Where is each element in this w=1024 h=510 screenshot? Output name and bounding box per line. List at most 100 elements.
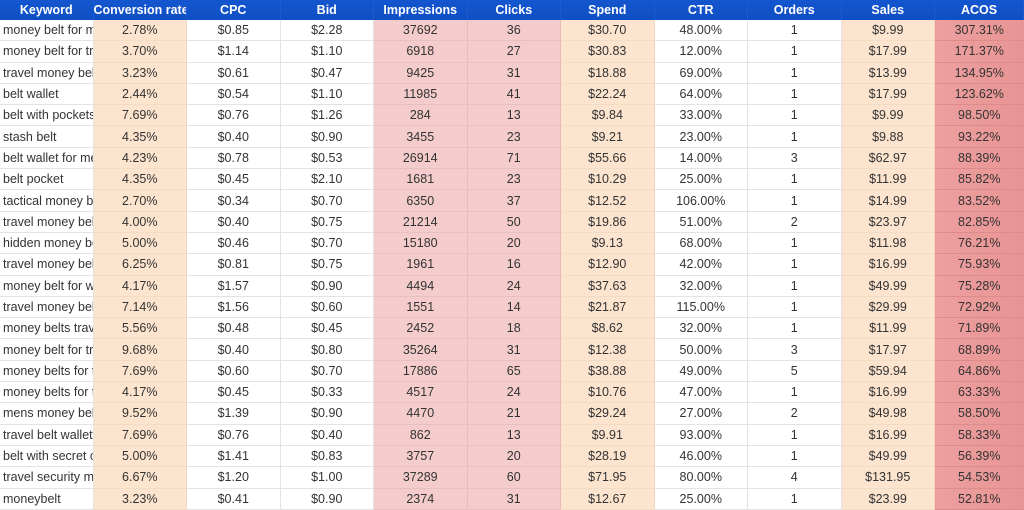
- cell-bid[interactable]: $0.75: [280, 211, 374, 233]
- header-clicks[interactable]: Clicks: [467, 0, 561, 20]
- cell-clicks[interactable]: 65: [467, 360, 561, 383]
- cell-keyword[interactable]: travel money belt: [0, 296, 94, 319]
- cell-keyword[interactable]: tactical money belt: [0, 189, 94, 212]
- cell-impressions[interactable]: 37692: [373, 20, 468, 42]
- cell-keyword[interactable]: belt with secret compartment: [0, 445, 94, 468]
- cell-keyword[interactable]: money belt for men: [0, 20, 94, 42]
- cell-keyword[interactable]: money belt for women: [0, 275, 94, 297]
- header-ctr[interactable]: CTR: [654, 0, 748, 20]
- cell-sales[interactable]: $9.88: [841, 125, 935, 148]
- cell-acos[interactable]: 54.53%: [934, 466, 1024, 489]
- header-bid[interactable]: Bid: [280, 0, 374, 20]
- cell-orders[interactable]: 1: [747, 445, 842, 468]
- cell-impressions[interactable]: 11985: [373, 83, 468, 106]
- cell-clicks[interactable]: 23: [467, 125, 561, 148]
- cell-orders[interactable]: 1: [747, 20, 842, 42]
- cell-spend[interactable]: $21.87: [560, 296, 655, 319]
- cell-conversion-rate[interactable]: 4.17%: [93, 275, 187, 297]
- cell-sales[interactable]: $11.99: [841, 317, 935, 340]
- cell-sales[interactable]: $11.99: [841, 168, 935, 191]
- cell-ctr[interactable]: 115.00%: [654, 296, 748, 319]
- cell-cpc[interactable]: $0.60: [186, 360, 281, 383]
- cell-clicks[interactable]: 21: [467, 402, 561, 425]
- cell-bid[interactable]: $0.83: [280, 445, 374, 468]
- cell-ctr[interactable]: 32.00%: [654, 317, 748, 340]
- cell-acos[interactable]: 75.93%: [934, 253, 1024, 276]
- cell-clicks[interactable]: 24: [467, 275, 561, 297]
- cell-conversion-rate[interactable]: 7.69%: [93, 424, 187, 446]
- cell-orders[interactable]: 1: [747, 40, 842, 63]
- cell-orders[interactable]: 1: [747, 488, 842, 510]
- cell-acos[interactable]: 98.50%: [934, 104, 1024, 127]
- cell-cpc[interactable]: $0.46: [186, 232, 281, 255]
- cell-acos[interactable]: 64.86%: [934, 360, 1024, 383]
- cell-cpc[interactable]: $0.48: [186, 317, 281, 340]
- cell-orders[interactable]: 1: [747, 381, 842, 404]
- cell-conversion-rate[interactable]: 7.14%: [93, 296, 187, 319]
- cell-bid[interactable]: $0.90: [280, 488, 374, 510]
- cell-impressions[interactable]: 21214: [373, 211, 468, 233]
- cell-spend[interactable]: $19.86: [560, 211, 655, 233]
- cell-clicks[interactable]: 31: [467, 62, 561, 84]
- cell-keyword[interactable]: money belt for travel: [0, 40, 94, 63]
- cell-sales[interactable]: $17.97: [841, 338, 935, 361]
- cell-impressions[interactable]: 4517: [373, 381, 468, 404]
- cell-ctr[interactable]: 93.00%: [654, 424, 748, 446]
- cell-bid[interactable]: $1.10: [280, 40, 374, 63]
- cell-ctr[interactable]: 23.00%: [654, 125, 748, 148]
- cell-orders[interactable]: 3: [747, 338, 842, 361]
- cell-impressions[interactable]: 6918: [373, 40, 468, 63]
- cell-clicks[interactable]: 18: [467, 317, 561, 340]
- cell-spend[interactable]: $30.70: [560, 20, 655, 42]
- cell-ctr[interactable]: 51.00%: [654, 211, 748, 233]
- cell-cpc[interactable]: $0.40: [186, 338, 281, 361]
- cell-impressions[interactable]: 6350: [373, 189, 468, 212]
- cell-clicks[interactable]: 13: [467, 424, 561, 446]
- cell-acos[interactable]: 76.21%: [934, 232, 1024, 255]
- cell-sales[interactable]: $17.99: [841, 83, 935, 106]
- cell-cpc[interactable]: $0.40: [186, 211, 281, 233]
- cell-spend[interactable]: $10.76: [560, 381, 655, 404]
- cell-conversion-rate[interactable]: 3.70%: [93, 40, 187, 63]
- cell-impressions[interactable]: 2374: [373, 488, 468, 510]
- cell-spend[interactable]: $9.91: [560, 424, 655, 446]
- cell-conversion-rate[interactable]: 5.00%: [93, 445, 187, 468]
- cell-bid[interactable]: $2.10: [280, 168, 374, 191]
- cell-bid[interactable]: $0.75: [280, 253, 374, 276]
- cell-acos[interactable]: 52.81%: [934, 488, 1024, 510]
- cell-impressions[interactable]: 4470: [373, 402, 468, 425]
- cell-orders[interactable]: 3: [747, 147, 842, 170]
- cell-spend[interactable]: $8.62: [560, 317, 655, 340]
- header-spend[interactable]: Spend: [560, 0, 655, 20]
- cell-ctr[interactable]: 48.00%: [654, 20, 748, 42]
- cell-spend[interactable]: $37.63: [560, 275, 655, 297]
- cell-orders[interactable]: 1: [747, 296, 842, 319]
- cell-sales[interactable]: $23.99: [841, 488, 935, 510]
- cell-bid[interactable]: $0.90: [280, 402, 374, 425]
- cell-clicks[interactable]: 16: [467, 253, 561, 276]
- cell-spend[interactable]: $22.24: [560, 83, 655, 106]
- cell-bid[interactable]: $0.90: [280, 275, 374, 297]
- cell-keyword[interactable]: travel money belt: [0, 253, 94, 276]
- cell-clicks[interactable]: 13: [467, 104, 561, 127]
- cell-bid[interactable]: $0.33: [280, 381, 374, 404]
- cell-conversion-rate[interactable]: 4.23%: [93, 147, 187, 170]
- cell-sales[interactable]: $131.95: [841, 466, 935, 489]
- header-keyword[interactable]: Keyword: [0, 0, 94, 20]
- header-conversion-rate[interactable]: Conversion rate: [93, 0, 187, 20]
- cell-bid[interactable]: $0.53: [280, 147, 374, 170]
- header-orders[interactable]: Orders: [747, 0, 842, 20]
- cell-sales[interactable]: $49.99: [841, 275, 935, 297]
- cell-keyword[interactable]: money belt for travel: [0, 338, 94, 361]
- cell-conversion-rate[interactable]: 7.69%: [93, 360, 187, 383]
- cell-ctr[interactable]: 64.00%: [654, 83, 748, 106]
- cell-keyword[interactable]: money belts travel: [0, 317, 94, 340]
- cell-orders[interactable]: 5: [747, 360, 842, 383]
- cell-ctr[interactable]: 32.00%: [654, 275, 748, 297]
- cell-conversion-rate[interactable]: 4.35%: [93, 125, 187, 148]
- cell-conversion-rate[interactable]: 7.69%: [93, 104, 187, 127]
- cell-spend[interactable]: $9.13: [560, 232, 655, 255]
- cell-cpc[interactable]: $0.45: [186, 381, 281, 404]
- cell-clicks[interactable]: 24: [467, 381, 561, 404]
- header-sales[interactable]: Sales: [841, 0, 935, 20]
